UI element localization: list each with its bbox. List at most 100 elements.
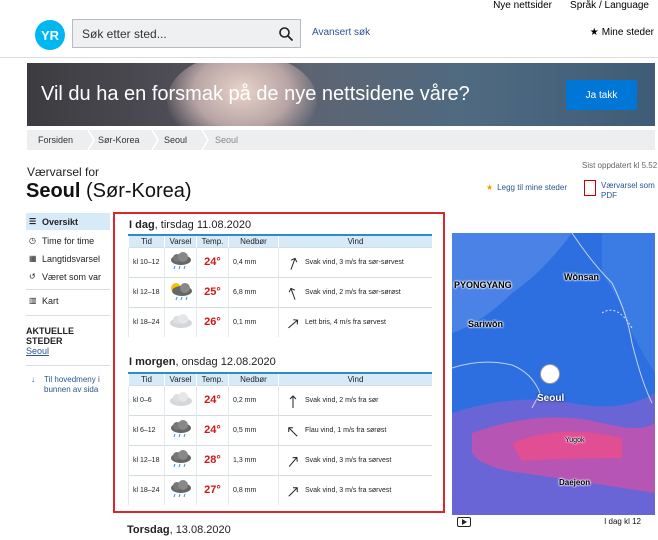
back-to-menu-link[interactable]: ↓ Til hovedmeny i bunnen av sida xyxy=(26,375,110,395)
row-wind: Svak vind, 3 m/s fra sørvest xyxy=(305,486,392,494)
breadcrumb: Forsiden Sør-Korea Seoul Seoul xyxy=(27,130,655,150)
place-country: (Sør-Korea) xyxy=(86,180,192,202)
pdf-icon xyxy=(584,180,596,196)
add-favorite-label: Legg til mine steder xyxy=(497,183,567,192)
wind-arrow-icon xyxy=(288,426,298,437)
sidebar-item-label: Kart xyxy=(42,296,59,306)
banner-accept-button[interactable]: Ja takk xyxy=(566,80,637,110)
row-precip: 0,1 mm xyxy=(228,306,279,337)
row-time: kl 18–24 xyxy=(128,306,165,337)
history-icon: ↺ xyxy=(29,272,36,281)
rain-cloud-icon xyxy=(170,252,191,270)
wind-arrow-icon xyxy=(289,394,297,408)
breadcrumb-separator-icon xyxy=(151,130,159,150)
table-row: kl 0–6 24° 0,2 mm Svak vind, 2 m/s fra s… xyxy=(128,384,432,415)
row-time: kl 6–12 xyxy=(128,414,165,445)
sidebar-divider xyxy=(26,289,110,290)
breadcrumb-current: Seoul xyxy=(215,135,239,145)
wind-arrow-icon xyxy=(288,318,299,328)
advanced-search-link[interactable]: Avansert søk xyxy=(312,27,370,38)
row-time: kl 10–12 xyxy=(128,246,165,277)
rain-cloud-icon xyxy=(170,420,191,438)
row-precip: 1,3 mm xyxy=(228,444,279,475)
new-site-banner: Vil du ha en forsmak på de nye nettsiden… xyxy=(27,63,655,126)
row-precip: 0,8 mm xyxy=(228,474,279,505)
calendar-icon: ▦ xyxy=(29,254,37,263)
my-places-link[interactable]: ★ Mine steder xyxy=(590,27,654,38)
sidebar-item-label: Oversikt xyxy=(42,217,79,227)
wind-cell: Flau vind, 1 m/s fra sørøst xyxy=(278,414,432,445)
sidebar-item-label: Langtidsvarsel xyxy=(42,254,101,264)
map-label: PYONGYANG xyxy=(454,280,512,290)
pdf-label: Værvarsel som PDF xyxy=(601,181,655,201)
forecast-box: I dag, tirsdag 11.08.2020 Tid Varsel Tem… xyxy=(113,212,445,513)
table-row: kl 18–24 26° 0,1 mm Lett bris, 4 m/s fra… xyxy=(128,306,432,337)
sidebar-item-map[interactable]: ▥ Kart xyxy=(26,292,110,309)
breadcrumb-country[interactable]: Sør-Korea xyxy=(98,135,140,145)
breadcrumb-region[interactable]: Seoul xyxy=(164,135,187,145)
row-temp: 26° xyxy=(196,306,229,337)
weather-cell xyxy=(164,444,197,475)
row-temp: 28° xyxy=(196,444,229,475)
sidebar-item-history[interactable]: ↺ Været som var xyxy=(26,268,110,285)
day-heading: I morgen, onsdag 12.08.2020 xyxy=(129,356,276,368)
pdf-label-line1: Værvarsel som xyxy=(601,181,655,190)
wind-cell: Svak vind, 3 m/s fra sørvest xyxy=(278,444,432,475)
table-header-row: Tid Varsel Temp. Nedbør Vind xyxy=(128,234,432,247)
search-icon[interactable] xyxy=(278,26,294,42)
col-wind: Vind xyxy=(278,234,432,247)
row-temp: 27° xyxy=(196,474,229,505)
sidebar-item-longterm[interactable]: ▦ Langtidsvarsel xyxy=(26,250,110,267)
col-precip: Nedbør xyxy=(228,372,279,385)
day-name: I morgen xyxy=(129,356,176,368)
rain-cloud-icon xyxy=(170,480,191,498)
sidebar-item-hourly[interactable]: ◷ Time for time xyxy=(26,232,110,249)
sidebar-item-label: Time for time xyxy=(42,236,95,246)
row-time: kl 12–18 xyxy=(128,276,165,307)
row-precip: 0,2 mm xyxy=(228,384,279,415)
weather-cell xyxy=(164,276,197,307)
row-precip: 0,4 mm xyxy=(228,246,279,277)
arrow-down-icon: ↓ xyxy=(31,375,35,384)
location-pin-icon[interactable] xyxy=(540,364,560,384)
back-to-menu-line2: bunnen av sida xyxy=(44,385,99,394)
col-symbol: Varsel xyxy=(164,372,197,385)
new-sites-link[interactable]: Nye nettsider xyxy=(493,0,552,11)
row-temp: 24° xyxy=(196,246,229,277)
play-icon[interactable] xyxy=(457,517,471,527)
row-wind: Flau vind, 1 m/s fra sørøst xyxy=(305,426,387,434)
sidebar-divider xyxy=(26,365,110,366)
row-time: kl 18–24 xyxy=(128,474,165,505)
row-precip: 6,8 mm xyxy=(228,276,279,307)
add-favorite-link[interactable]: ★ Legg til mine steder xyxy=(486,183,567,192)
current-place-link[interactable]: Seoul xyxy=(26,346,49,356)
language-link[interactable]: Språk / Language xyxy=(570,0,649,11)
last-updated: Sist oppdatert kl 5.52 xyxy=(582,161,658,170)
day-date: , 13.08.2020 xyxy=(169,524,231,536)
star-icon: ★ xyxy=(486,183,494,192)
wind-arrow-icon xyxy=(288,456,298,467)
day-heading: I dag, tirsdag 11.08.2020 xyxy=(129,219,251,231)
star-icon: ★ xyxy=(589,27,599,38)
col-temp: Temp. xyxy=(196,234,229,247)
yr-logo[interactable]: YR xyxy=(35,20,65,50)
sidebar-item-overview[interactable]: ☰ Oversikt xyxy=(26,213,110,230)
breadcrumb-separator-icon xyxy=(87,130,95,150)
col-symbol: Varsel xyxy=(164,234,197,247)
row-wind: Svak vind, 2 m/s fra sør-sørøst xyxy=(305,288,401,296)
current-places-heading: AKTUELLE STEDER xyxy=(26,326,74,346)
table-row: kl 12–18 28° 1,3 mm Svak vind, 3 m/s fra… xyxy=(128,444,432,475)
precipitation-map[interactable]: PYONGYANG Wŏnsan Sariwŏn Seoul Yugok Dae… xyxy=(452,233,655,529)
col-precip: Nedbør xyxy=(228,234,279,247)
wind-arrow-icon xyxy=(288,486,298,497)
row-temp: 24° xyxy=(196,384,229,415)
map-icon: ▥ xyxy=(29,296,37,305)
forecast-table: Tid Varsel Temp. Nedbør Vind kl 10–12 24… xyxy=(128,234,432,337)
day-name: I dag xyxy=(129,219,155,231)
breadcrumb-home[interactable]: Forsiden xyxy=(38,135,73,145)
search-input[interactable] xyxy=(73,20,273,47)
wind-cell: Svak vind, 3 m/s fra sørvest xyxy=(278,474,432,505)
row-precip: 0,5 mm xyxy=(228,414,279,445)
row-wind: Svak vind, 2 m/s fra sør xyxy=(305,396,379,404)
rain-cloud-icon xyxy=(170,450,191,468)
